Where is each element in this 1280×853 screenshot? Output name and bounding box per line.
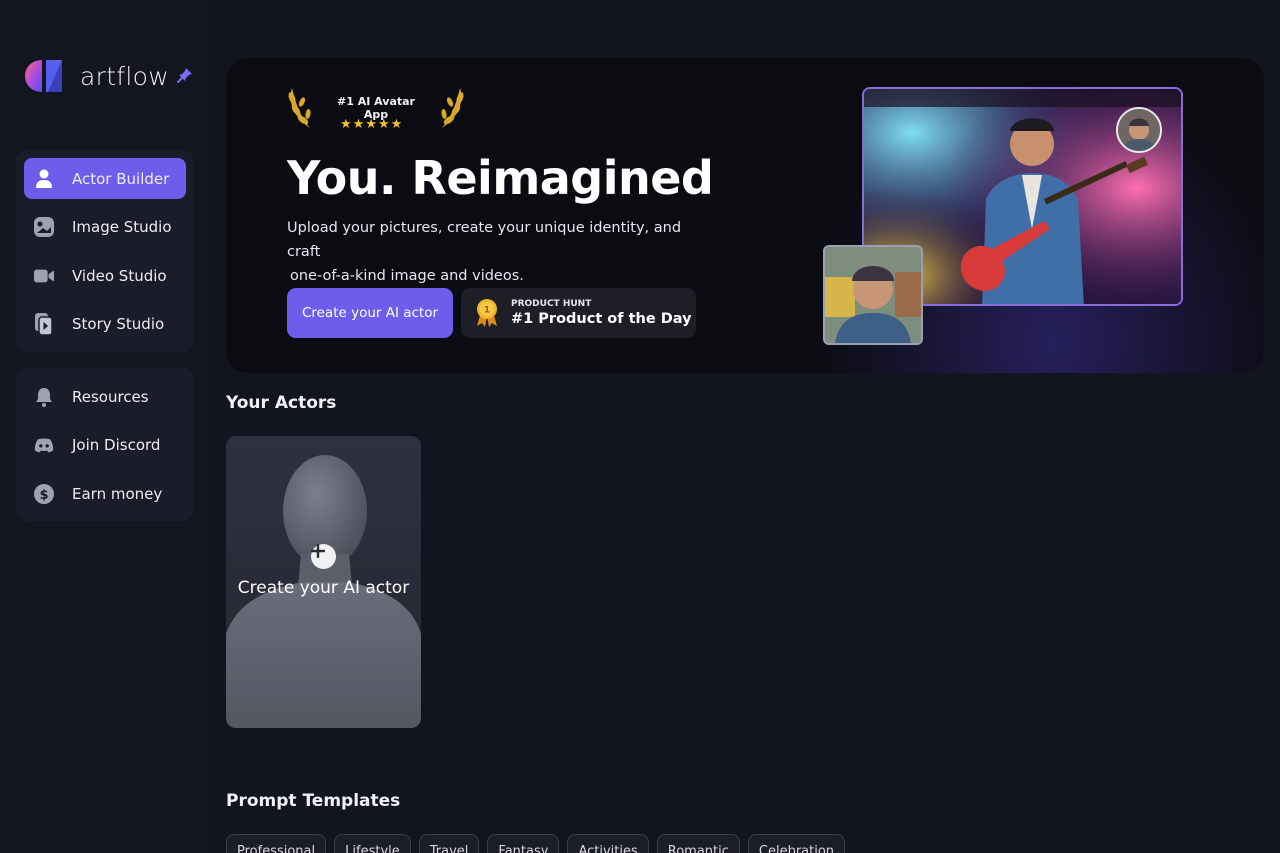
award-badge: #1 AI Avatar App ★★★★★ bbox=[286, 84, 466, 139]
hero-title: You. Reimagined bbox=[287, 151, 714, 205]
product-hunt-badge[interactable]: 1 PRODUCT HUNT #1 Product of the Day bbox=[461, 288, 696, 338]
sidebar-item-label: Earn money bbox=[72, 484, 163, 503]
story-icon bbox=[34, 313, 54, 335]
sidebar-item-resources[interactable]: Resources bbox=[24, 376, 186, 417]
sidebar-item-image-studio[interactable]: Image Studio bbox=[24, 207, 186, 248]
medal-icon: 1 bbox=[475, 298, 499, 328]
sidebar-item-label: Image Studio bbox=[72, 218, 172, 236]
discord-icon bbox=[34, 435, 54, 455]
medal-number: 1 bbox=[484, 306, 490, 316]
badge-small-text: PRODUCT HUNT bbox=[511, 299, 592, 309]
sidebar-item-join-discord[interactable]: Join Discord bbox=[24, 425, 186, 466]
artflow-logo-icon bbox=[24, 56, 64, 96]
sidebar-item-earn-money[interactable]: $ Earn money bbox=[24, 473, 186, 514]
tag-fantasy[interactable]: Fantasy bbox=[487, 834, 560, 853]
sidebar-item-story-studio[interactable]: Story Studio bbox=[24, 304, 186, 345]
hero-banner: #1 AI Avatar App ★★★★★ You. Reimagined U… bbox=[226, 58, 1264, 373]
sidebar-item-label: Actor Builder bbox=[72, 169, 170, 188]
brand-name: artflow bbox=[80, 61, 169, 91]
tag-romantic[interactable]: Romantic bbox=[656, 834, 740, 853]
sidebar-item-label: Video Studio bbox=[72, 266, 167, 285]
tag-activities[interactable]: Activities bbox=[567, 834, 649, 853]
badge-big-text: #1 Product of the Day bbox=[511, 311, 692, 327]
primary-nav: Actor Builder Image Studio Video Studio … bbox=[16, 150, 194, 352]
template-tags: Professional Lifestyle Travel Fantasy Ac… bbox=[226, 834, 846, 853]
add-icon[interactable] bbox=[311, 544, 336, 569]
image-studio-icon bbox=[34, 217, 54, 237]
tag-professional[interactable]: Professional bbox=[226, 834, 327, 853]
hero-subtitle: Upload your pictures, create your unique… bbox=[287, 216, 707, 288]
sidebar-item-actor-builder[interactable]: Actor Builder bbox=[24, 158, 186, 199]
svg-text:$: $ bbox=[39, 488, 48, 503]
your-actors-title: Your Actors bbox=[226, 393, 337, 413]
secondary-nav: Resources Join Discord $ Earn money bbox=[16, 368, 194, 521]
sidebar-item-label: Join Discord bbox=[72, 436, 161, 454]
bell-icon bbox=[34, 387, 54, 407]
create-actor-card[interactable]: Create your AI actor bbox=[226, 436, 421, 728]
artflow-logo[interactable]: artflow bbox=[24, 56, 169, 96]
video-camera-icon bbox=[34, 266, 54, 286]
sidebar-item-video-studio[interactable]: Video Studio bbox=[24, 255, 186, 296]
tag-travel[interactable]: Travel bbox=[418, 834, 480, 853]
portrait-thumbnail bbox=[823, 245, 923, 345]
tag-celebration[interactable]: Celebration bbox=[747, 834, 846, 853]
sidebar-item-label: Resources bbox=[72, 387, 149, 406]
create-ai-actor-button[interactable]: Create your AI actor bbox=[287, 288, 453, 338]
create-actor-label: Create your AI actor bbox=[237, 578, 410, 598]
rating-stars: ★★★★★ bbox=[340, 117, 404, 132]
sidebar: artflow Actor Builder Image Studio Video… bbox=[0, 0, 212, 853]
user-icon bbox=[34, 169, 54, 189]
hero-subtitle-line1: Upload your pictures, create your unique… bbox=[287, 220, 682, 260]
tag-lifestyle[interactable]: Lifestyle bbox=[334, 834, 411, 853]
pin-icon[interactable] bbox=[176, 66, 194, 84]
prompt-templates-title: Prompt Templates bbox=[226, 791, 401, 811]
hero-subtitle-line2: one-of-a-kind image and videos. bbox=[290, 268, 524, 284]
dollar-icon: $ bbox=[34, 483, 54, 504]
sidebar-item-label: Story Studio bbox=[72, 315, 165, 333]
portrait-avatar bbox=[1116, 107, 1162, 153]
